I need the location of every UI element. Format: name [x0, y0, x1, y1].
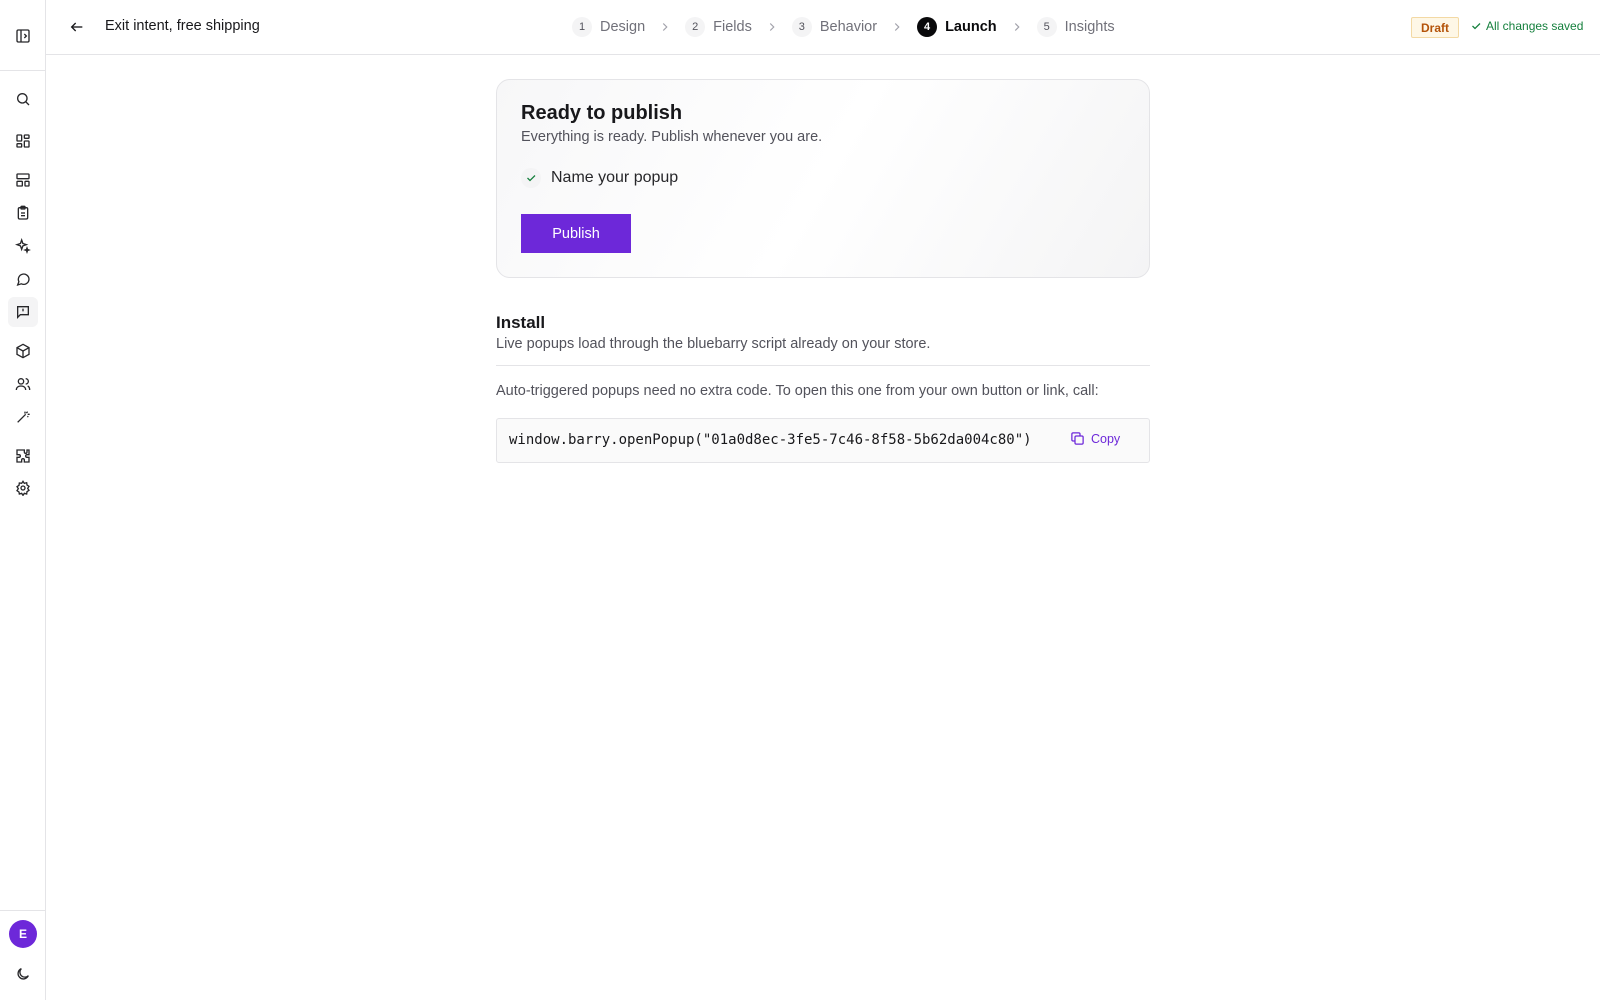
step-fields[interactable]: 2 Fields — [685, 17, 752, 37]
top-bar: Exit intent, free shipping 1 Design 2 Fi… — [46, 0, 1600, 55]
step-number: 2 — [685, 17, 706, 37]
sidebar: E — [0, 0, 46, 1000]
check-icon — [521, 168, 541, 188]
step-design[interactable]: 1 Design — [572, 17, 645, 37]
publish-title: Ready to publish — [521, 102, 683, 124]
step-number: 1 — [572, 17, 592, 37]
chat-icon[interactable] — [11, 267, 35, 291]
chevron-right-icon — [1009, 19, 1025, 35]
step-insights[interactable]: 5 Insights — [1036, 17, 1115, 37]
box-icon[interactable] — [11, 339, 35, 363]
copy-icon — [1071, 432, 1084, 445]
copy-label: Copy — [1091, 431, 1121, 446]
popup-message-icon[interactable] — [8, 297, 38, 327]
save-status: All changes saved — [1470, 19, 1583, 33]
install-subtitle: Live popups load through the bluebarry s… — [496, 336, 931, 352]
step-number: 4 — [917, 17, 938, 37]
page-title: Exit intent, free shipping — [105, 18, 260, 34]
stepper: 1 Design 2 Fields 3 Behavior 4 Launch 5 … — [572, 17, 1115, 37]
search-icon[interactable] — [11, 87, 35, 111]
settings-icon[interactable] — [11, 476, 35, 500]
copy-button[interactable]: Copy — [1070, 431, 1120, 446]
step-number: 5 — [1036, 17, 1057, 37]
chevron-right-icon — [657, 19, 673, 35]
puzzle-icon[interactable] — [11, 444, 35, 468]
save-status-label: All changes saved — [1486, 19, 1584, 33]
sparkles-icon[interactable] — [11, 234, 35, 258]
step-number: 3 — [791, 17, 812, 37]
publish-button[interactable]: Publish — [521, 214, 631, 253]
status-badge: Draft — [1411, 17, 1460, 38]
chevron-right-icon — [764, 19, 780, 35]
step-behavior[interactable]: 3 Behavior — [791, 17, 878, 37]
arrow-left-icon — [70, 22, 83, 32]
code-snippet: window.barry.openPopup("01a0d8ec-3fe5-7c… — [496, 418, 1150, 463]
back-button[interactable] — [67, 17, 87, 37]
step-label: Design — [600, 19, 646, 35]
step-label: Behavior — [819, 19, 878, 35]
chevron-right-icon — [889, 19, 905, 35]
checklist-label: Name your popup — [551, 169, 679, 186]
layout-icon[interactable] — [11, 168, 35, 192]
code-text[interactable]: window.barry.openPopup("01a0d8ec-3fe5-7c… — [509, 432, 1032, 448]
panel-toggle-icon[interactable] — [11, 24, 35, 48]
publish-card: Ready to publish Everything is ready. Pu… — [496, 79, 1150, 278]
install-note: Auto-triggered popups need no extra code… — [496, 383, 1099, 399]
moon-icon[interactable] — [11, 962, 35, 986]
step-label: Launch — [945, 19, 997, 35]
step-label: Fields — [713, 19, 752, 35]
step-label: Insights — [1064, 19, 1115, 35]
sidebar-header — [0, 0, 45, 71]
dashboard-icon[interactable] — [11, 129, 35, 153]
clipboard-icon[interactable] — [11, 201, 35, 225]
publish-subtitle: Everything is ready. Publish whenever yo… — [521, 129, 823, 145]
step-launch[interactable]: 4 Launch — [917, 17, 997, 37]
check-icon — [1472, 23, 1481, 30]
users-icon[interactable] — [11, 372, 35, 396]
install-title: Install — [496, 313, 546, 332]
avatar[interactable]: E — [9, 920, 37, 948]
divider — [496, 365, 1150, 366]
checklist-item: Name your popup — [521, 168, 678, 188]
magic-wand-icon[interactable] — [11, 405, 35, 429]
